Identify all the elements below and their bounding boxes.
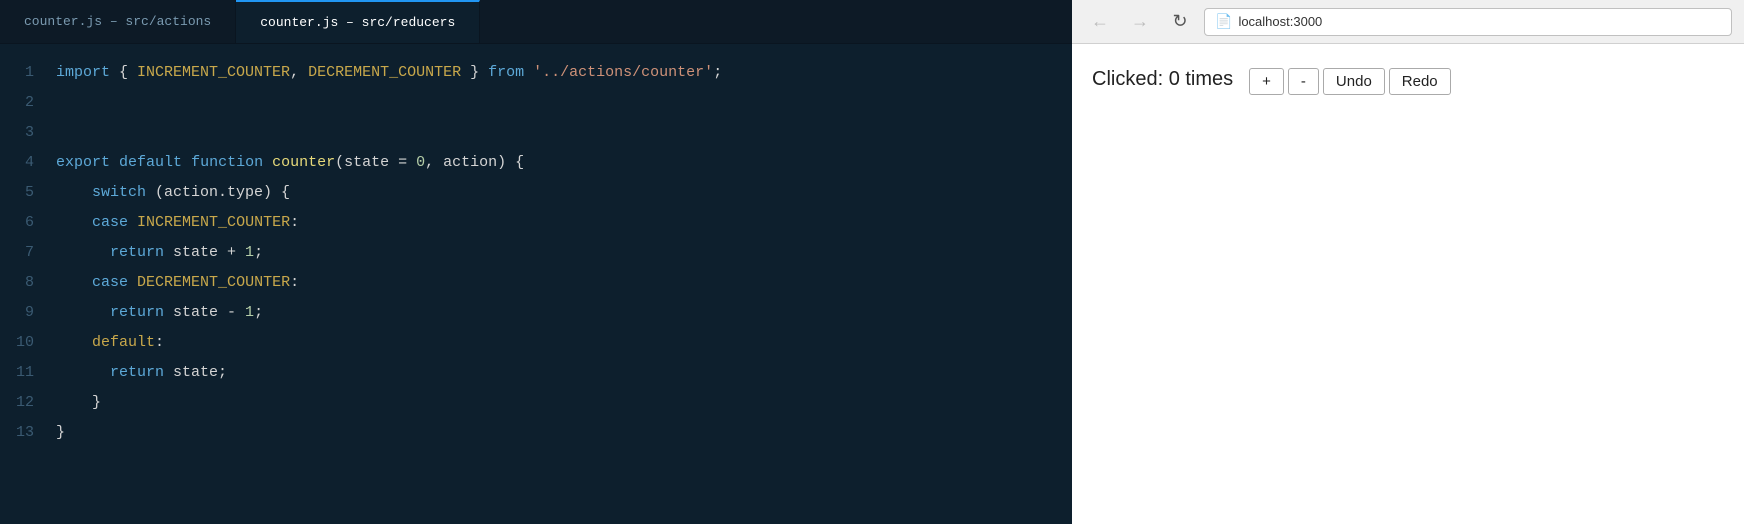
line-numbers: 1 2 3 4 5 6 7 8 9 10 11 12 13 bbox=[0, 44, 52, 524]
code-area: 1 2 3 4 5 6 7 8 9 10 11 12 13 import { I… bbox=[0, 44, 1072, 524]
tab-inactive-label: counter.js – src/actions bbox=[24, 14, 211, 29]
url-text: localhost:3000 bbox=[1238, 14, 1322, 29]
reload-button[interactable]: ↻ bbox=[1164, 8, 1196, 36]
undo-button[interactable]: Undo bbox=[1323, 68, 1385, 95]
editor-pane: counter.js – src/actions counter.js – sr… bbox=[0, 0, 1072, 524]
tab-active-label: counter.js – src/reducers bbox=[260, 15, 455, 30]
forward-icon: → bbox=[1131, 11, 1149, 32]
decrement-button[interactable]: - bbox=[1288, 68, 1319, 95]
code-line-7: return state + 1; bbox=[56, 238, 1072, 268]
back-button[interactable]: ← bbox=[1084, 8, 1116, 36]
code-line-2 bbox=[56, 88, 1072, 118]
code-line-4: export default function counter(state = … bbox=[56, 148, 1072, 178]
code-line-9: return state - 1; bbox=[56, 298, 1072, 328]
forward-button[interactable]: → bbox=[1124, 8, 1156, 36]
code-line-8: case DECREMENT_COUNTER: bbox=[56, 268, 1072, 298]
tab-bar: counter.js – src/actions counter.js – sr… bbox=[0, 0, 1072, 44]
tab-reducers[interactable]: counter.js – src/reducers bbox=[236, 0, 480, 43]
page-icon: 📄 bbox=[1215, 13, 1232, 30]
counter-buttons: + - Undo Redo bbox=[1249, 68, 1450, 95]
code-content[interactable]: import { INCREMENT_COUNTER, DECREMENT_CO… bbox=[52, 44, 1072, 524]
code-line-1: import { INCREMENT_COUNTER, DECREMENT_CO… bbox=[56, 58, 1072, 88]
code-line-10: default: bbox=[56, 328, 1072, 358]
code-line-6: case INCREMENT_COUNTER: bbox=[56, 208, 1072, 238]
code-line-5: switch (action.type) { bbox=[56, 178, 1072, 208]
tab-actions[interactable]: counter.js – src/actions bbox=[0, 0, 236, 43]
redo-button[interactable]: Redo bbox=[1389, 68, 1451, 95]
counter-text: Clicked: 0 times bbox=[1092, 68, 1233, 91]
code-line-12: } bbox=[56, 388, 1072, 418]
browser-content: Clicked: 0 times + - Undo Redo bbox=[1072, 44, 1744, 524]
increment-button[interactable]: + bbox=[1249, 68, 1284, 95]
address-bar[interactable]: 📄 localhost:3000 bbox=[1204, 8, 1732, 36]
back-icon: ← bbox=[1091, 11, 1109, 32]
code-line-3 bbox=[56, 118, 1072, 148]
browser-toolbar: ← → ↻ 📄 localhost:3000 bbox=[1072, 0, 1744, 44]
browser-pane: ← → ↻ 📄 localhost:3000 Clicked: 0 times … bbox=[1072, 0, 1744, 524]
reload-icon: ↻ bbox=[1172, 11, 1187, 32]
code-line-11: return state; bbox=[56, 358, 1072, 388]
code-line-13: } bbox=[56, 418, 1072, 448]
